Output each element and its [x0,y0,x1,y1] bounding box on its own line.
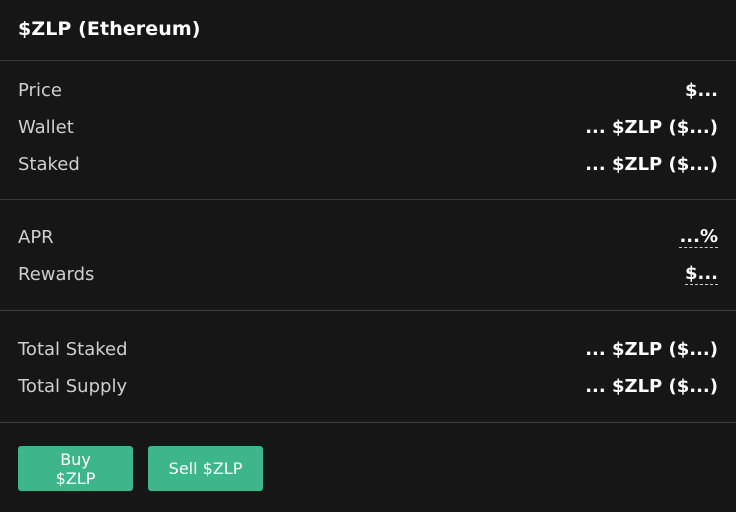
wallet-label: Wallet [18,117,74,138]
price-label: Price [18,80,62,101]
holdings-section: Price $... Wallet ... $ZLP ($...) Staked… [0,61,736,200]
total-supply-value: ... $ZLP ($...) [585,376,718,397]
buy-button[interactable]: Buy $ZLP [18,446,133,491]
apr-value-tooltip[interactable]: ...% [679,227,718,248]
staked-label: Staked [18,154,80,175]
total-supply-row: Total Supply ... $ZLP ($...) [18,368,718,405]
price-value: $... [684,80,718,101]
action-buttons: Buy $ZLP Sell $ZLP [0,423,736,491]
rewards-row: Rewards $... [18,256,718,293]
rewards-label: Rewards [18,264,95,285]
staked-value: ... $ZLP ($...) [585,154,718,175]
rewards-value-tooltip[interactable]: $... [684,264,718,285]
total-supply-label: Total Supply [18,376,128,397]
apr-row: APR ...% [18,219,718,256]
wallet-row: Wallet ... $ZLP ($...) [18,109,718,146]
total-staked-value: ... $ZLP ($...) [585,339,718,360]
token-card: $ZLP (Ethereum) Price $... Wallet ... $Z… [0,0,736,512]
wallet-value: ... $ZLP ($...) [585,117,718,138]
total-staked-row: Total Staked ... $ZLP ($...) [18,331,718,368]
apr-label: APR [18,227,54,248]
sell-button[interactable]: Sell $ZLP [148,446,263,491]
card-title: $ZLP (Ethereum) [18,18,201,40]
totals-section: Total Staked ... $ZLP ($...) Total Suppl… [0,311,736,423]
staked-row: Staked ... $ZLP ($...) [18,146,718,183]
price-row: Price $... [18,72,718,109]
total-staked-label: Total Staked [18,339,128,360]
yield-section: APR ...% Rewards $... [0,200,736,311]
card-header: $ZLP (Ethereum) [0,0,736,61]
